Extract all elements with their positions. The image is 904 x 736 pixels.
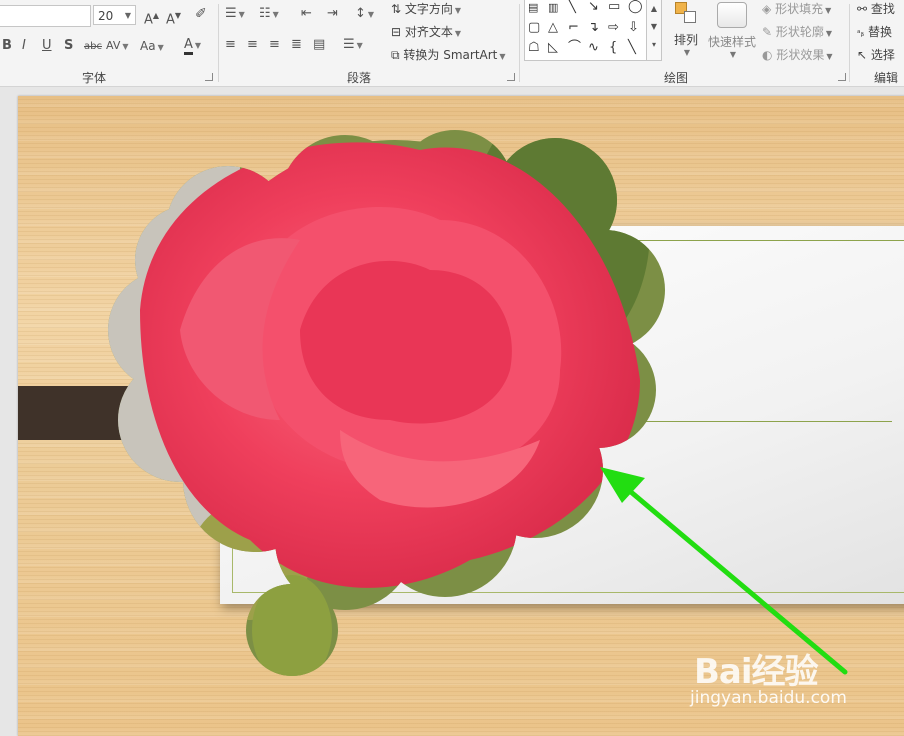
baidu-jingyan-logo: Bai经验 bbox=[694, 644, 819, 693]
watermark-logo-text: Bai经验 bbox=[694, 652, 819, 692]
watermark-url: jingyan.baidu.com bbox=[690, 688, 847, 708]
annotation-arrow bbox=[600, 467, 848, 675]
